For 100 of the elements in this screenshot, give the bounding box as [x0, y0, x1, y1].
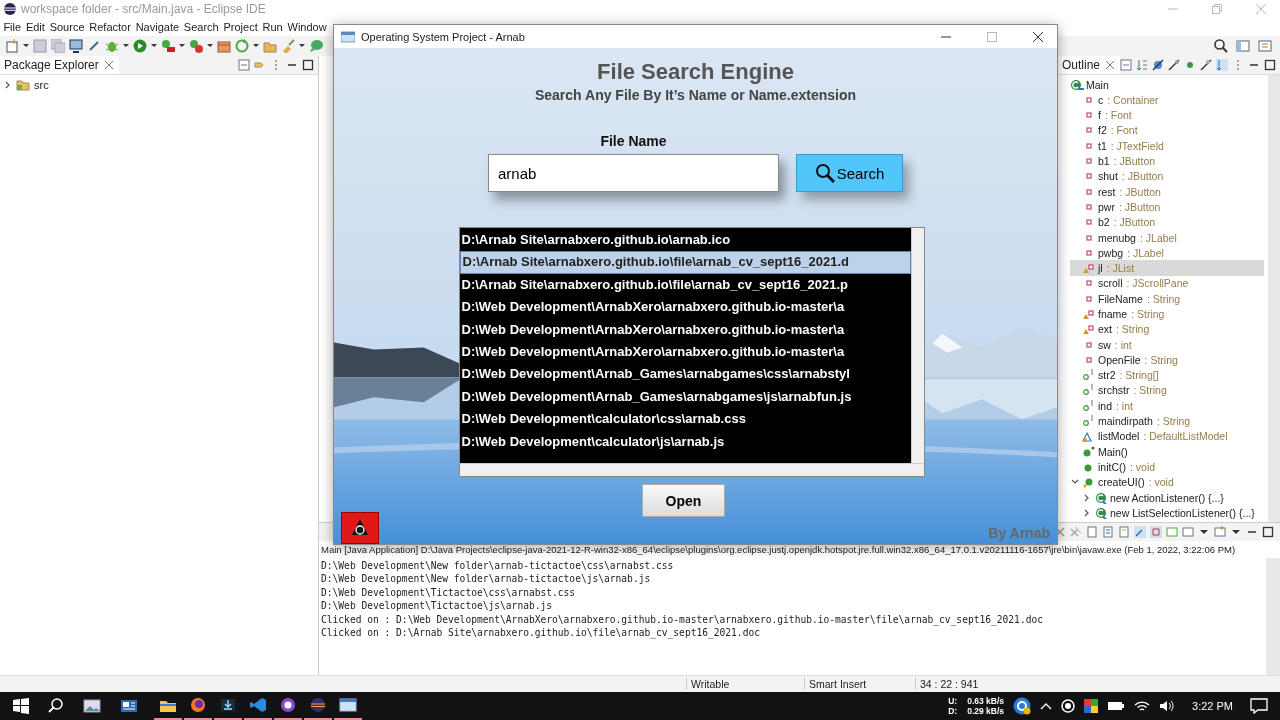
caret-icon[interactable] — [299, 43, 305, 49]
outline-item[interactable]: jl : JList — [1070, 260, 1264, 276]
newspaper-icon[interactable] — [120, 698, 138, 714]
outline-item[interactable]: FileName : String — [1070, 291, 1264, 307]
result-item[interactable]: D:\Web Development\ArnabXero\arnabxero.github.io-master\a — [459, 318, 911, 341]
caret-icon[interactable] — [253, 43, 259, 49]
member-name: scroll — [1098, 277, 1123, 290]
menu-item[interactable]: Navigate — [133, 21, 182, 34]
outline-item[interactable]: pwbg : JLabel — [1070, 245, 1264, 261]
outline-item[interactable]: shut : JButton — [1070, 168, 1264, 184]
image-icon[interactable] — [83, 698, 101, 714]
document-icon[interactable] — [1118, 525, 1130, 538]
app-grid-icon[interactable] — [1084, 699, 1099, 713]
document-icon[interactable] — [1086, 525, 1098, 538]
field-icon — [1082, 308, 1096, 320]
menu-item[interactable]: File — [1, 21, 24, 34]
maximize-icon[interactable] — [1264, 58, 1277, 71]
result-item[interactable]: D:\Web Development\calculator\css\arnab.css — [459, 408, 911, 431]
help-icon[interactable] — [1013, 697, 1032, 715]
notification-icon[interactable] — [1250, 698, 1268, 714]
wifi-icon[interactable] — [1134, 699, 1151, 713]
menu-item[interactable]: Run — [260, 21, 286, 34]
monitor-icon[interactable] — [69, 38, 83, 53]
outline-item[interactable]: sw : int — [1070, 336, 1264, 353]
caret-icon[interactable] — [207, 43, 213, 49]
search-field[interactable]: arnab — [488, 154, 779, 192]
outline-item[interactable]: ind : int — [1070, 398, 1264, 414]
document-icon[interactable] — [1102, 525, 1114, 538]
outline-item[interactable]: rest : JButton — [1070, 184, 1264, 200]
speaker-icon[interactable] — [1159, 699, 1176, 713]
scrollbar[interactable] — [1266, 557, 1280, 675]
outline-item[interactable]: f2 : Font — [1070, 122, 1264, 139]
outline-item[interactable]: fname : String — [1070, 306, 1264, 322]
tree-item[interactable]: src — [4, 76, 314, 93]
outline-item[interactable]: srchstr : String — [1070, 382, 1264, 399]
outline-item[interactable]: ext : String — [1070, 321, 1264, 337]
outline-item[interactable]: maindirpath : String — [1070, 413, 1264, 429]
collapse-all-icon[interactable] — [238, 58, 250, 71]
scrollbar[interactable] — [1268, 74, 1280, 522]
hide-fields-icon[interactable] — [1152, 58, 1165, 71]
package-icon[interactable] — [217, 38, 231, 53]
scrollbar[interactable] — [459, 463, 924, 476]
result-item[interactable]: D:\Arnab Site\arnabxero.github.io\file\arnab_cv_sept16_2021.p — [459, 273, 911, 297]
outline-item[interactable]: Main() — [1070, 444, 1264, 460]
collapse-all-icon[interactable] — [1120, 58, 1133, 71]
outline-item[interactable]: listModel : DefaultListModel — [1070, 428, 1264, 445]
scrollbar[interactable] — [910, 228, 924, 463]
result-item[interactable]: D:\Arnab Site\arnabxero.github.io\file\arnab_cv_sept16_2021.d — [459, 251, 911, 274]
member-name: jl — [1098, 262, 1103, 275]
battery-icon[interactable] — [1107, 700, 1126, 712]
menu-item[interactable]: Search — [181, 21, 222, 34]
play-icon[interactable] — [133, 38, 147, 53]
outline-item[interactable]: createUI() : void — [1070, 474, 1264, 490]
outline-item[interactable]: b1 : JButton — [1070, 153, 1264, 169]
windows-logo-icon[interactable] — [13, 698, 29, 714]
outline-item[interactable]: t1 : JTextField — [1070, 138, 1264, 154]
maximize-icon[interactable] — [302, 58, 314, 71]
menu-item[interactable]: Refactor — [86, 21, 134, 34]
run-config-icon[interactable] — [161, 38, 175, 53]
outline-item[interactable]: c : Container — [1070, 92, 1264, 108]
run-config-icon[interactable] — [189, 38, 203, 53]
chevron-icon[interactable] — [4, 80, 12, 89]
caret-icon[interactable] — [151, 43, 157, 49]
sort-icon[interactable] — [1216, 58, 1229, 71]
power-button[interactable] — [341, 512, 379, 544]
result-item[interactable]: D:\Web Development\calculator\js\arnab.js — [459, 430, 911, 453]
outline-item[interactable]: scroll : JScrollPane — [1070, 275, 1264, 292]
result-item[interactable]: D:\Arnab Site\arnabxero.github.io\arnab.ico — [459, 229, 911, 252]
record-icon[interactable] — [1061, 699, 1076, 713]
member-type: : String — [1156, 415, 1191, 428]
outline-item[interactable]: pwr : JButton — [1070, 199, 1264, 215]
outline-item[interactable]: initC() : void — [1070, 459, 1264, 475]
outline-item[interactable]: new ListSelectionListener() {...} — [1082, 505, 1264, 521]
caret-icon[interactable] — [123, 43, 129, 49]
outline-item[interactable]: OpenFile : String — [1070, 352, 1264, 368]
result-item[interactable]: D:\Web Development\ArnabXero\arnabxero.github.io-master\a — [459, 296, 911, 319]
result-item[interactable]: D:\Web Development\ArnabXero\arnabxero.github.io-master\a — [459, 340, 911, 364]
result-item[interactable]: D:\Web Development\Arnab_Games\arnabgames\js\arnabfun.js — [459, 385, 911, 409]
search-button[interactable]: Search — [796, 154, 903, 192]
menu-item[interactable]: Window — [285, 21, 329, 34]
outline-item[interactable]: menubg : JLabel — [1070, 229, 1264, 246]
open-button[interactable]: Open — [642, 484, 725, 517]
maximize-icon[interactable] — [1262, 525, 1274, 538]
search-icon[interactable] — [48, 698, 64, 714]
menu-item[interactable]: Source — [47, 21, 87, 34]
search-icon[interactable] — [1214, 38, 1228, 53]
caret-icon[interactable] — [23, 43, 29, 49]
menu-item[interactable]: Project — [221, 21, 261, 34]
close-icon[interactable] — [1033, 31, 1043, 42]
clock[interactable]: 3:22 PM — [1192, 700, 1233, 712]
console-line: D:\Web Development\Tictactoe\css\arnabst.css — [321, 585, 577, 600]
outline-item[interactable]: f : Font — [1070, 107, 1264, 123]
result-item[interactable]: D:\Web Development\Arnab_Games\arnabgames\css\arnabstyl — [459, 363, 911, 386]
app-subheading: Search Any File By It’s Name or Name.extension — [534, 87, 857, 103]
outline-item[interactable]: new ActionListener() {...} — [1082, 489, 1264, 506]
caret-icon[interactable] — [179, 43, 185, 49]
outline-item[interactable]: Main — [1058, 76, 1264, 93]
menu-item[interactable]: Edit — [23, 21, 48, 34]
outline-item[interactable]: b2 : JButton — [1070, 214, 1264, 230]
outline-item[interactable]: str2 : String[] — [1070, 367, 1264, 383]
